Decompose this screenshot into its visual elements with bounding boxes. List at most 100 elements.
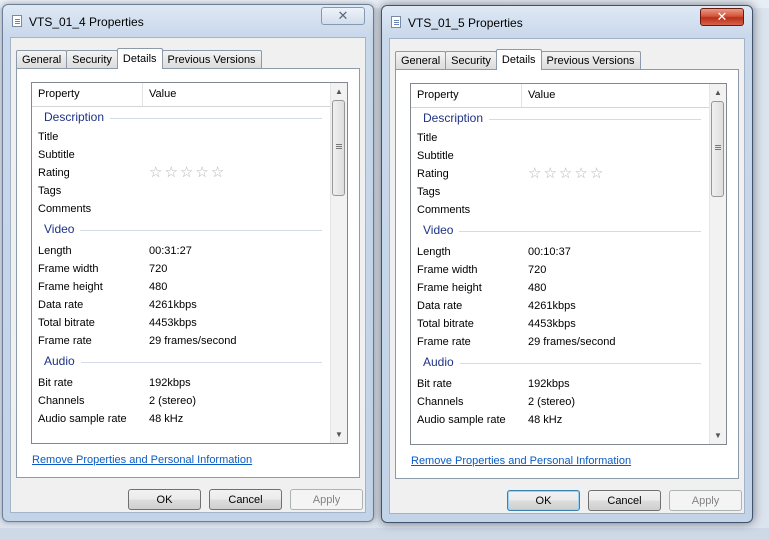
cancel-button[interactable]: Cancel xyxy=(588,490,661,511)
rating-stars[interactable]: ☆ ☆ ☆ ☆ ☆ xyxy=(149,165,224,181)
list-item-title[interactable]: Title xyxy=(411,129,709,147)
list-item-audio-sample-rate[interactable]: Audio sample rate 48 kHz xyxy=(411,411,709,429)
tab-general[interactable]: General xyxy=(16,50,68,68)
list-item-frame-rate[interactable]: Frame rate 29 frames/second xyxy=(411,333,709,351)
property-label: Bit rate xyxy=(417,378,452,390)
arrow-up-icon[interactable]: ▲ xyxy=(331,83,347,100)
dialog-body: General Security Details Previous Versio… xyxy=(10,37,366,513)
property-label: Length xyxy=(417,246,451,258)
list-item-data-rate[interactable]: Data rate 4261kbps xyxy=(411,297,709,315)
tab-general[interactable]: General xyxy=(395,51,447,69)
list-item-rating[interactable]: Rating ☆ ☆ ☆ ☆ ☆ xyxy=(411,165,709,183)
list-rows: Description Title Subtitle Rating ☆ ☆ ☆ … xyxy=(32,106,330,443)
list-item-length[interactable]: Length 00:10:37 xyxy=(411,243,709,261)
title-bar[interactable]: VTS_01_4 Properties ✕ xyxy=(3,5,373,35)
window-title: VTS_01_4 Properties xyxy=(29,15,144,29)
file-properties-icon xyxy=(12,15,22,27)
column-header-value[interactable]: Value xyxy=(522,84,710,107)
property-value: 29 frames/second xyxy=(528,336,616,348)
close-button[interactable]: ✕ xyxy=(321,7,365,25)
tab-previous-versions[interactable]: Previous Versions xyxy=(161,50,262,68)
group-title: Audio xyxy=(423,355,460,369)
list-item-subtitle[interactable]: Subtitle xyxy=(32,146,330,164)
property-label: Bit rate xyxy=(38,377,73,389)
tab-details[interactable]: Details xyxy=(495,49,542,70)
details-tab-page: Property Value Description Title Subtitl… xyxy=(16,68,360,478)
property-label: Frame height xyxy=(38,281,103,293)
star-outline-icon[interactable]: ☆ xyxy=(149,165,162,181)
list-item-frame-height[interactable]: Frame height 480 xyxy=(411,279,709,297)
group-header-description: Description xyxy=(411,107,709,129)
group-divider xyxy=(425,363,701,364)
star-outline-icon[interactable]: ☆ xyxy=(574,166,587,182)
list-item-tags[interactable]: Tags xyxy=(32,182,330,200)
vertical-scrollbar[interactable]: ▲ ▼ xyxy=(709,84,726,444)
column-header-value[interactable]: Value xyxy=(143,83,331,106)
list-item-frame-width[interactable]: Frame width 720 xyxy=(32,260,330,278)
tab-previous-versions[interactable]: Previous Versions xyxy=(540,51,641,69)
property-label: Frame rate xyxy=(417,336,471,348)
star-outline-icon[interactable]: ☆ xyxy=(164,165,177,181)
property-value: 4453kbps xyxy=(528,318,576,330)
remove-properties-link[interactable]: Remove Properties and Personal Informati… xyxy=(32,454,252,466)
list-item-frame-rate[interactable]: Frame rate 29 frames/second xyxy=(32,332,330,350)
list-item-channels[interactable]: Channels 2 (stereo) xyxy=(32,392,330,410)
list-item-total-bitrate[interactable]: Total bitrate 4453kbps xyxy=(411,315,709,333)
list-item-channels[interactable]: Channels 2 (stereo) xyxy=(411,393,709,411)
ok-button[interactable]: OK xyxy=(507,490,580,511)
star-outline-icon[interactable]: ☆ xyxy=(543,166,556,182)
scrollbar-thumb[interactable] xyxy=(711,101,724,197)
list-item-bit-rate[interactable]: Bit rate 192kbps xyxy=(32,374,330,392)
star-outline-icon[interactable]: ☆ xyxy=(590,166,603,182)
cancel-button[interactable]: Cancel xyxy=(209,489,282,510)
tab-strip: General Security Details Previous Versio… xyxy=(16,48,262,69)
column-header-property[interactable]: Property xyxy=(411,84,522,107)
list-item-rating[interactable]: Rating ☆ ☆ ☆ ☆ ☆ xyxy=(32,164,330,182)
rating-stars[interactable]: ☆ ☆ ☆ ☆ ☆ xyxy=(528,166,603,182)
arrow-up-icon[interactable]: ▲ xyxy=(710,84,726,101)
star-outline-icon[interactable]: ☆ xyxy=(528,166,541,182)
tab-security[interactable]: Security xyxy=(445,51,497,69)
list-item-comments[interactable]: Comments xyxy=(32,200,330,218)
group-divider xyxy=(425,231,701,232)
list-item-title[interactable]: Title xyxy=(32,128,330,146)
arrow-down-icon[interactable]: ▼ xyxy=(710,427,726,444)
close-button[interactable]: ✕ xyxy=(700,8,744,26)
property-value: 4261kbps xyxy=(149,299,197,311)
star-outline-icon[interactable]: ☆ xyxy=(180,165,193,181)
vertical-scrollbar[interactable]: ▲ ▼ xyxy=(330,83,347,443)
properties-window-vts-01-4[interactable]: VTS_01_4 Properties ✕ General Security D… xyxy=(2,4,374,522)
tab-security[interactable]: Security xyxy=(66,50,118,68)
list-item-comments[interactable]: Comments xyxy=(411,201,709,219)
properties-list[interactable]: Property Value Description Title Subtitl… xyxy=(410,83,727,445)
scrollbar-thumb[interactable] xyxy=(332,100,345,196)
list-item-length[interactable]: Length 00:31:27 xyxy=(32,242,330,260)
list-item-tags[interactable]: Tags xyxy=(411,183,709,201)
tab-details[interactable]: Details xyxy=(116,48,163,69)
list-item-total-bitrate[interactable]: Total bitrate 4453kbps xyxy=(32,314,330,332)
list-item-subtitle[interactable]: Subtitle xyxy=(411,147,709,165)
star-outline-icon[interactable]: ☆ xyxy=(559,166,572,182)
list-item-data-rate[interactable]: Data rate 4261kbps xyxy=(32,296,330,314)
properties-list[interactable]: Property Value Description Title Subtitl… xyxy=(31,82,348,444)
ok-button[interactable]: OK xyxy=(128,489,201,510)
group-title: Video xyxy=(423,223,460,237)
star-outline-icon[interactable]: ☆ xyxy=(211,165,224,181)
list-item-frame-width[interactable]: Frame width 720 xyxy=(411,261,709,279)
apply-button[interactable]: Apply xyxy=(290,489,363,510)
column-header-property[interactable]: Property xyxy=(32,83,143,106)
list-item-frame-height[interactable]: Frame height 480 xyxy=(32,278,330,296)
title-bar[interactable]: VTS_01_5 Properties ✕ xyxy=(382,6,752,36)
apply-button[interactable]: Apply xyxy=(669,490,742,511)
list-rows: Description Title Subtitle Rating ☆ ☆ ☆ … xyxy=(411,107,709,444)
remove-properties-link[interactable]: Remove Properties and Personal Informati… xyxy=(411,455,631,467)
property-label: Title xyxy=(38,131,59,143)
properties-window-vts-01-5[interactable]: VTS_01_5 Properties ✕ General Security D… xyxy=(381,5,753,523)
star-outline-icon[interactable]: ☆ xyxy=(195,165,208,181)
property-value: 720 xyxy=(528,264,547,276)
list-item-audio-sample-rate[interactable]: Audio sample rate 48 kHz xyxy=(32,410,330,428)
property-label: Rating xyxy=(38,167,70,179)
property-label: Frame width xyxy=(417,264,478,276)
arrow-down-icon[interactable]: ▼ xyxy=(331,426,347,443)
list-item-bit-rate[interactable]: Bit rate 192kbps xyxy=(411,375,709,393)
